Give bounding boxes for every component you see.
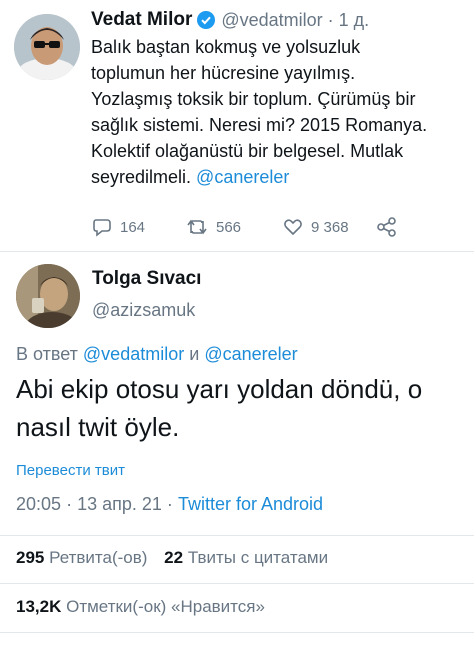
tweet1-line: sağlık sistemi. Neresi mi? 2015 Romanya. (91, 115, 428, 135)
reply-prefix: В ответ (16, 344, 78, 364)
reply-and: и (189, 344, 200, 364)
tweet-source-link[interactable]: Twitter for Android (178, 494, 323, 514)
share-icon (376, 217, 398, 237)
tweet1-line: Yozlaşmış toksik bir toplum. Çürümüş bir (91, 89, 416, 109)
stats-divider (0, 583, 474, 584)
likes-count: 13,2K (16, 597, 62, 616)
meta-separator: · (66, 494, 73, 514)
tweet1-line-last: seyredilmeli. @canereler (91, 164, 469, 190)
tweet2-author-name[interactable]: Tolga Sıvacı (92, 268, 201, 290)
meta-separator: · (166, 494, 173, 514)
tweet1-author-name[interactable]: Vedat Milor (91, 9, 192, 31)
avatar-vedat-milor[interactable] (14, 14, 80, 80)
like-action[interactable]: 9 368 (283, 216, 349, 238)
avatar-image (14, 14, 80, 80)
tweet2-meta: 20:05 · 13 апр. 21 · Twitter for Android (16, 494, 323, 515)
retweet-icon (186, 217, 208, 237)
avatar-image (16, 264, 80, 328)
tweet1-handle[interactable]: @vedatmilor (221, 10, 322, 31)
tweet1-line: Kolektif olağanüstü bir belgesel. Mutlak (91, 141, 404, 161)
tweet1-line: Balık baştan kokmuş ve yolsuzluk (91, 37, 361, 57)
retweets-count: 295 (16, 548, 45, 567)
reply-icon (92, 217, 112, 237)
quotes-stat[interactable]: 22 Твиты с цитатами (164, 548, 328, 567)
verified-badge-icon (197, 11, 216, 29)
quotes-label: Твиты с цитатами (187, 548, 329, 567)
retweet-count: 566 (216, 218, 242, 236)
tweet2-handle[interactable]: @azizsamuk (92, 300, 195, 321)
retweets-stat[interactable]: 295 Ретвита(-ов) (16, 548, 152, 567)
reply-context: В ответ @vedatmilor и @canereler (16, 344, 298, 365)
tweet2-text: Abi ekip otosu yarı yoldan döndü, o nası… (16, 370, 422, 446)
tweet1-text: Balık baştan kokmuş ve yolsuzluk toplumu… (91, 34, 469, 190)
quotes-count: 22 (164, 548, 184, 567)
tweet2-line: Abi ekip otosu yarı yoldan döndü, o (16, 374, 423, 404)
like-count: 9 368 (311, 218, 349, 236)
translate-tweet-link[interactable]: Перевести твит (16, 462, 125, 479)
tweet1-time[interactable]: 1 д. (339, 10, 370, 31)
tweet-divider (0, 251, 474, 252)
tweet2-time[interactable]: 20:05 (16, 494, 61, 514)
reply-user-link[interactable]: @vedatmilor (83, 344, 184, 364)
likes-label: Отметки(-ок) «Нравится» (66, 597, 265, 616)
tweet2-line: nasıl twit öyle. (16, 412, 180, 442)
likes-stat[interactable]: 13,2K Отметки(-ок) «Нравится» (16, 597, 265, 617)
retweets-label: Ретвита(-ов) (49, 548, 148, 567)
reply-count: 164 (120, 218, 146, 236)
stats-divider (0, 632, 474, 633)
tweet1-dot: · (327, 9, 334, 30)
retweet-quote-stats: 295 Ретвита(-ов) 22 Твиты с цитатами (16, 548, 328, 568)
reply-user-link[interactable]: @canereler (204, 344, 297, 364)
tweet1-mention-link[interactable]: @canereler (196, 167, 289, 187)
reply-action[interactable]: 164 (92, 216, 145, 238)
tweet1-line: toplumun her hücresine yayılmış. (91, 63, 356, 83)
tweet1-header: Vedat Milor @vedatmilor · 1 д. (91, 8, 369, 32)
retweet-action[interactable]: 566 (186, 216, 241, 238)
avatar-tolga-sivaci[interactable] (16, 264, 80, 328)
share-action[interactable] (376, 216, 398, 238)
tweet2-date[interactable]: 13 апр. 21 (77, 494, 162, 514)
heart-icon (283, 217, 303, 237)
stats-divider (0, 535, 474, 536)
tweet1-last-text: seyredilmeli. (91, 167, 192, 187)
